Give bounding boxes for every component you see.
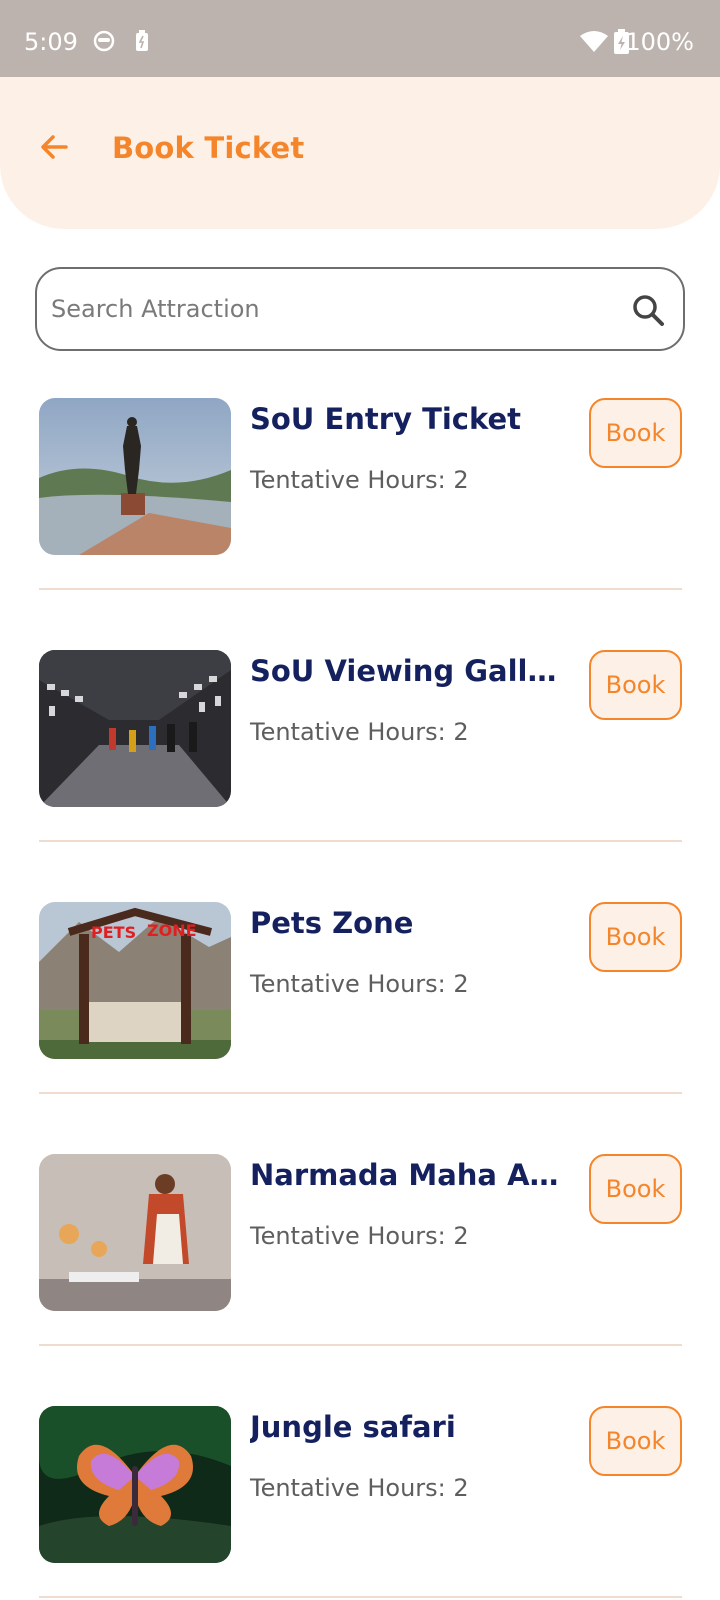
book-button[interactable]: Book — [589, 902, 682, 972]
attraction-thumbnail — [39, 650, 231, 807]
back-button[interactable] — [34, 127, 74, 167]
search-icon[interactable] — [631, 293, 665, 327]
book-button[interactable]: Book — [589, 1154, 682, 1224]
attraction-title: Narmada Maha Aarti — [250, 1158, 570, 1192]
book-button[interactable]: Book — [589, 1406, 682, 1476]
attraction-hours: Tentative Hours: 2 — [250, 970, 469, 998]
list-item[interactable]: Jungle safari Tentative Hours: 2 Book — [0, 1406, 720, 1600]
attraction-thumbnail — [39, 1154, 231, 1311]
status-bar: 5:09 100% — [0, 0, 720, 77]
battery-percent: 100% — [625, 28, 694, 56]
list-item[interactable]: SoU Entry Ticket Tentative Hours: 2 Book — [0, 398, 720, 650]
divider — [39, 1596, 682, 1598]
book-button[interactable]: Book — [589, 398, 682, 468]
list-item[interactable]: PETS ZONE Pets Zone Tentative Hours: 2 B… — [0, 902, 720, 1154]
attraction-hours: Tentative Hours: 2 — [250, 1474, 469, 1502]
arrow-left-icon — [41, 135, 68, 159]
svg-text:PETS: PETS — [91, 923, 136, 942]
wifi-icon — [580, 31, 608, 57]
battery-saver-icon — [135, 30, 149, 56]
face-icon — [93, 30, 115, 56]
page-title: Book Ticket — [112, 131, 305, 165]
attraction-title: Pets Zone — [250, 906, 414, 940]
attraction-thumbnail — [39, 1406, 231, 1563]
search-input[interactable] — [51, 289, 611, 329]
list-item[interactable]: SoU Viewing Gallery Tentative Hours: 2 B… — [0, 650, 720, 902]
attraction-thumbnail: PETS ZONE — [39, 902, 231, 1059]
list-item[interactable]: Narmada Maha Aarti Tentative Hours: 2 Bo… — [0, 1154, 720, 1406]
attraction-title: Jungle safari — [250, 1410, 456, 1444]
attraction-hours: Tentative Hours: 2 — [250, 718, 469, 746]
divider — [39, 588, 682, 590]
search-box[interactable] — [35, 267, 685, 351]
attraction-thumbnail — [39, 398, 231, 555]
divider — [39, 840, 682, 842]
svg-text:ZONE: ZONE — [147, 921, 197, 940]
attraction-hours: Tentative Hours: 2 — [250, 1222, 469, 1250]
book-button[interactable]: Book — [589, 650, 682, 720]
attraction-title: SoU Entry Ticket — [250, 402, 522, 436]
app-header: Book Ticket — [0, 77, 720, 229]
attraction-title: SoU Viewing Gallery — [250, 654, 570, 688]
divider — [39, 1344, 682, 1346]
divider — [39, 1092, 682, 1094]
attraction-hours: Tentative Hours: 2 — [250, 466, 469, 494]
status-time: 5:09 — [24, 28, 78, 56]
